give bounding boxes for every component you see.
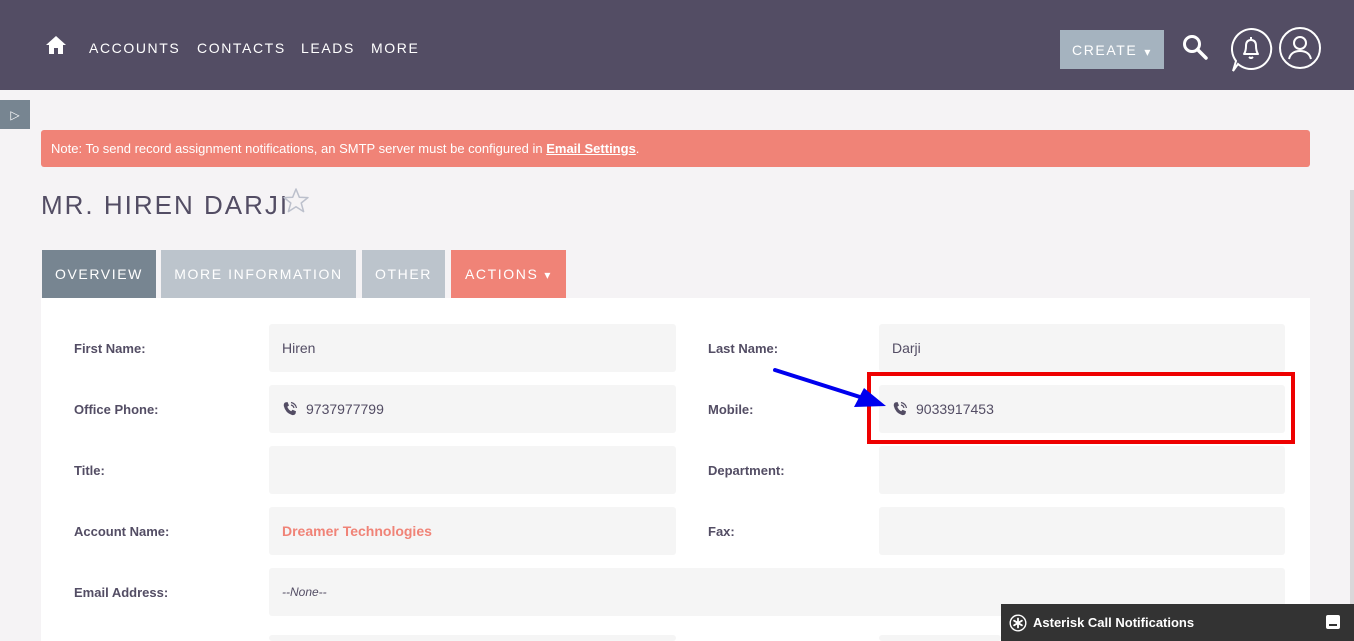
nav-leads[interactable]: LEADS: [301, 40, 355, 56]
tab-other[interactable]: OTHER: [362, 250, 445, 298]
fax-label: Fax:: [708, 524, 735, 539]
tab-actions-label: ACTIONS: [464, 266, 539, 282]
tab-actions[interactable]: ACTIONS ▾: [451, 250, 566, 298]
page-title: MR. HIREN DARJI: [41, 190, 290, 220]
play-triangle-icon: ▷: [10, 107, 20, 122]
fax-field[interactable]: [879, 507, 1285, 555]
create-button[interactable]: CREATE ▾: [1060, 30, 1164, 69]
mobile-label: Mobile:: [708, 402, 754, 417]
first-name-field[interactable]: Hiren: [269, 324, 676, 372]
department-label: Department:: [708, 463, 785, 478]
nav-contacts[interactable]: CONTACTS: [197, 40, 286, 56]
chevron-down-icon: ▾: [1144, 44, 1152, 59]
office-phone-field[interactable]: 9737977799: [269, 385, 676, 433]
account-name-link[interactable]: Dreamer Technologies: [282, 507, 432, 555]
mobile-value: 9033917453: [916, 401, 994, 417]
phone-call-icon[interactable]: [282, 401, 298, 417]
page-scrollbar[interactable]: [1350, 190, 1354, 640]
title-label: Title:: [74, 463, 105, 478]
first-name-label: First Name:: [74, 341, 146, 356]
department-field[interactable]: [879, 446, 1285, 494]
asterisk-call-notifications-bar[interactable]: Asterisk Call Notifications: [1001, 604, 1354, 641]
title-field[interactable]: [269, 446, 676, 494]
office-phone-value: 9737977799: [306, 401, 384, 417]
nav-accounts[interactable]: ACCOUNTS: [89, 40, 180, 56]
mobile-field[interactable]: 9033917453: [879, 385, 1285, 433]
sidebar-toggle-button[interactable]: ▷: [0, 100, 30, 129]
notification-bell-icon[interactable]: [1229, 27, 1273, 73]
notice-text: Note: To send record assignment notifica…: [51, 141, 547, 156]
tab-more-information[interactable]: MORE INFORMATION: [161, 250, 356, 298]
tab-overview[interactable]: OVERVIEW: [42, 250, 156, 298]
email-settings-link[interactable]: Email Settings: [546, 141, 636, 156]
user-profile-icon[interactable]: [1278, 26, 1322, 70]
last-name-value: Darji: [892, 340, 921, 356]
last-name-label: Last Name:: [708, 341, 779, 356]
notification-bar-title: Asterisk Call Notifications: [1033, 615, 1195, 630]
phone-call-icon[interactable]: [892, 401, 908, 417]
next-row-field-left[interactable]: [269, 635, 676, 641]
next-row-field-right[interactable]: [879, 635, 1001, 641]
top-navbar: ACCOUNTS CONTACTS LEADS MORE CREATE ▾: [0, 0, 1354, 90]
email-address-value: --None--: [282, 585, 327, 599]
account-name-label: Account Name:: [74, 524, 170, 539]
asterisk-icon: [1009, 613, 1027, 632]
notice-suffix: .: [635, 141, 640, 156]
minimize-icon[interactable]: [1326, 615, 1340, 629]
office-phone-label: Office Phone:: [74, 402, 159, 417]
create-button-label: CREATE: [1072, 41, 1138, 58]
email-address-label: Email Address:: [74, 585, 169, 600]
favorite-star-icon[interactable]: [282, 187, 310, 215]
last-name-field[interactable]: Darji: [879, 324, 1285, 372]
account-name-field: Dreamer Technologies: [269, 507, 676, 555]
search-icon[interactable]: [1181, 33, 1209, 61]
chevron-down-icon: ▾: [544, 268, 553, 282]
first-name-value: Hiren: [282, 340, 316, 356]
smtp-notice-banner: Note: To send record assignment notifica…: [41, 130, 1310, 167]
nav-more[interactable]: MORE: [371, 40, 419, 56]
home-icon[interactable]: [44, 33, 68, 57]
